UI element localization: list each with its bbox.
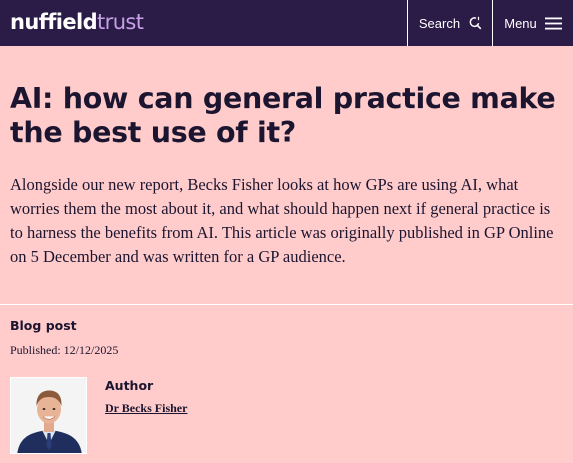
author-avatar	[10, 377, 87, 454]
site-header: nuffield trust Search Menu	[0, 0, 573, 46]
menu-label: Menu	[504, 15, 537, 31]
page-title: AI: how can general practice make the be…	[10, 82, 556, 149]
article-intro: Alongside our new report, Becks Fisher l…	[10, 175, 554, 266]
section-divider	[0, 304, 573, 305]
author-name-link[interactable]: Dr Becks Fisher	[105, 401, 187, 416]
nuffield-trust-logo[interactable]: nuffield trust	[10, 6, 144, 38]
logo-text-nuffield: nuffield	[10, 9, 98, 34]
search-button[interactable]: Search	[407, 0, 493, 46]
hamburger-menu-icon	[544, 17, 562, 30]
logo-text-trust: trust	[97, 9, 144, 34]
search-label: Search	[418, 15, 461, 31]
menu-button[interactable]: Menu	[492, 0, 573, 46]
post-type-label: Blog post	[10, 318, 77, 333]
search-icon	[468, 16, 482, 30]
author-heading: Author	[105, 378, 154, 393]
published-date: Published: 12/12/2025	[10, 343, 119, 357]
